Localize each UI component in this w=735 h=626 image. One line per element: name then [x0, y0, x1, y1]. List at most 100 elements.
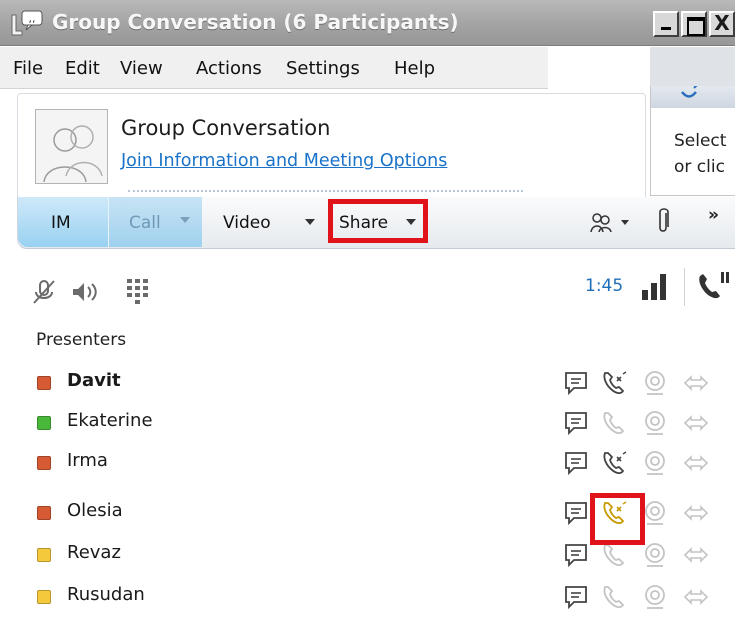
phone-icon[interactable]	[600, 449, 628, 477]
participant-name: Revaz	[67, 542, 121, 563]
call-timer: 1:45	[585, 276, 624, 296]
redacted-surname	[167, 407, 319, 437]
window-title: Group Conversation (6 Participants)	[52, 10, 459, 34]
im-button[interactable]: IM	[18, 197, 108, 247]
menu-help-label: Help	[394, 58, 436, 79]
participant-row[interactable]: Davit	[0, 367, 735, 407]
im-icon[interactable]	[562, 369, 590, 397]
presence-status-icon	[37, 590, 51, 604]
conversation-title: Group Conversation	[121, 116, 331, 140]
redacted-surname	[133, 497, 289, 527]
redacted-surname	[128, 539, 255, 569]
menu-actions-label: Actions	[196, 58, 262, 79]
conversation-toolbar: IM Call Video Share »	[17, 197, 735, 249]
im-icon[interactable]	[562, 409, 590, 437]
im-icon[interactable]	[562, 449, 590, 477]
phone-icon[interactable]	[600, 409, 628, 437]
group-avatar-icon	[43, 125, 103, 183]
video-icon[interactable]	[641, 499, 669, 527]
video-dropdown-icon[interactable]	[305, 219, 315, 225]
call-dropdown-icon[interactable]	[180, 217, 190, 223]
menu-bar: File Edit View Actions Settings Help	[0, 47, 548, 89]
presence-status-icon	[37, 376, 51, 390]
microphone-muted-icon[interactable]	[30, 278, 58, 306]
video-icon[interactable]	[641, 369, 669, 397]
phone-icon[interactable]	[600, 541, 628, 569]
join-info-link[interactable]: Join Information and Meeting Options	[121, 151, 447, 171]
transfer-icon[interactable]	[682, 369, 710, 397]
share-button[interactable]: Share	[339, 213, 388, 233]
menu-settings[interactable]: Settings	[286, 58, 360, 79]
paperclip-icon[interactable]	[655, 207, 671, 235]
menu-view[interactable]: View	[120, 58, 163, 79]
svg-text:,,: ,,	[29, 12, 36, 25]
video-icon[interactable]	[641, 583, 669, 611]
menu-actions[interactable]: Actions	[196, 58, 262, 79]
presence-status-icon	[37, 548, 51, 562]
im-icon[interactable]	[562, 541, 590, 569]
window-controls: X	[651, 11, 735, 37]
transfer-icon[interactable]	[682, 583, 710, 611]
phone-icon[interactable]	[600, 583, 628, 611]
group-avatar	[35, 109, 108, 184]
call-label: Call	[129, 213, 161, 233]
presence-status-icon	[37, 456, 51, 470]
call-highlight	[590, 493, 645, 545]
close-button[interactable]: X	[709, 11, 735, 37]
presence-status-icon	[37, 506, 51, 520]
video-icon[interactable]	[641, 541, 669, 569]
minimize-button[interactable]	[653, 11, 679, 37]
signal-bars-icon	[642, 274, 666, 300]
participant-row[interactable]: Rusudan	[0, 581, 735, 621]
share-dropdown-icon[interactable]	[406, 219, 416, 225]
link-icon	[681, 86, 698, 98]
im-icon[interactable]	[562, 583, 590, 611]
participants-dropdown-icon[interactable]	[621, 220, 629, 225]
menu-help[interactable]: Help	[394, 58, 435, 79]
participant-row[interactable]: Irma	[0, 447, 735, 487]
participant-row[interactable]: Revaz	[0, 539, 735, 579]
phone-icon[interactable]	[600, 369, 628, 397]
side-panel-top	[650, 47, 735, 87]
side-panel-line-2: or clic	[674, 157, 725, 177]
menu-edit-label: Edit	[65, 58, 100, 79]
lync-conversation-icon: ,,	[11, 10, 43, 36]
transfer-icon[interactable]	[682, 499, 710, 527]
menu-file-label: File	[13, 58, 44, 79]
menu-settings-label: Settings	[286, 58, 360, 79]
menu-file[interactable]: File	[13, 58, 43, 79]
participant-name: Davit	[67, 370, 121, 391]
participant-name: Rusudan	[67, 584, 145, 605]
presenters-heading: Presenters	[36, 330, 127, 350]
menu-edit[interactable]: Edit	[65, 58, 100, 79]
speaker-icon[interactable]	[70, 280, 100, 304]
more-options-button[interactable]: »	[708, 205, 719, 225]
menu-view-label: View	[120, 58, 163, 79]
side-panel-line-1: Select	[674, 131, 727, 151]
video-button[interactable]: Video	[223, 213, 271, 233]
divider	[684, 268, 685, 306]
video-icon[interactable]	[641, 449, 669, 477]
transfer-icon[interactable]	[682, 541, 710, 569]
transfer-icon[interactable]	[682, 449, 710, 477]
participant-row[interactable]: Ekaterine	[0, 407, 735, 447]
participant-name: Ekaterine	[67, 410, 153, 431]
participant-name: Olesia	[67, 500, 123, 521]
side-panel: Select or clic	[650, 86, 735, 196]
divider	[128, 190, 523, 192]
im-icon[interactable]	[562, 499, 590, 527]
dialpad-icon[interactable]	[125, 277, 151, 305]
im-label: IM	[51, 213, 71, 233]
call-button[interactable]: Call	[108, 197, 202, 247]
presence-status-icon	[37, 416, 51, 430]
end-call-icon[interactable]	[694, 268, 732, 302]
participants-icon[interactable]	[589, 210, 613, 234]
maximize-button[interactable]	[681, 11, 707, 37]
redacted-surname	[135, 367, 207, 397]
redacted-surname	[162, 581, 293, 611]
transfer-icon[interactable]	[682, 409, 710, 437]
redacted-surname	[114, 447, 270, 477]
conversation-header: Group Conversation Join Information and …	[17, 93, 646, 201]
title-bar: ,, Group Conversation (6 Participants) X	[0, 0, 735, 46]
video-icon[interactable]	[641, 409, 669, 437]
